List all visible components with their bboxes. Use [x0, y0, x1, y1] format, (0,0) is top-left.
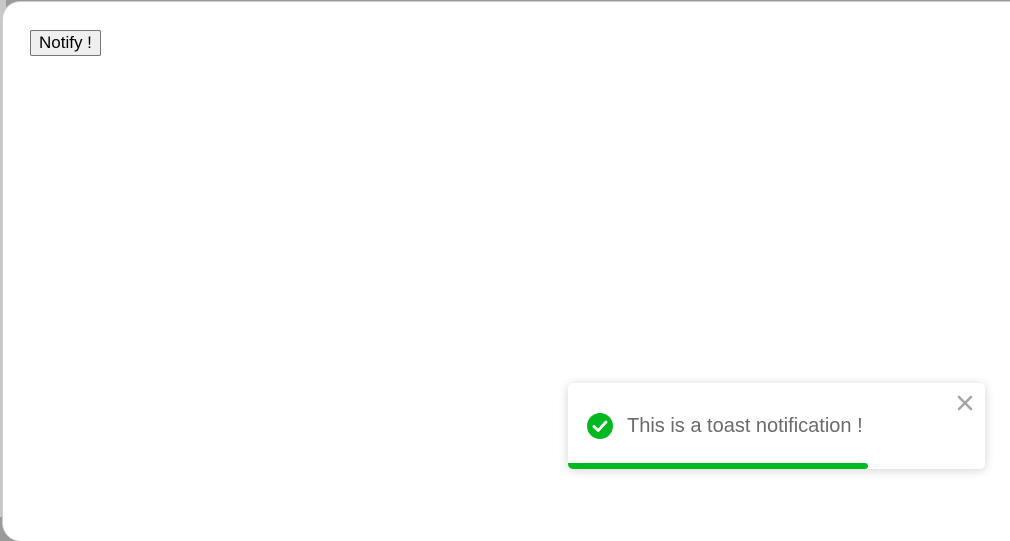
toast-message: This is a toast notification !	[627, 415, 863, 437]
toast-progress-bar	[568, 463, 869, 469]
toast-progress-track	[568, 463, 985, 469]
toast-notification[interactable]: This is a toast notification !	[568, 383, 985, 469]
notify-button[interactable]: Notify !	[30, 30, 101, 56]
close-icon[interactable]	[956, 394, 974, 412]
check-circle-icon	[587, 413, 613, 439]
